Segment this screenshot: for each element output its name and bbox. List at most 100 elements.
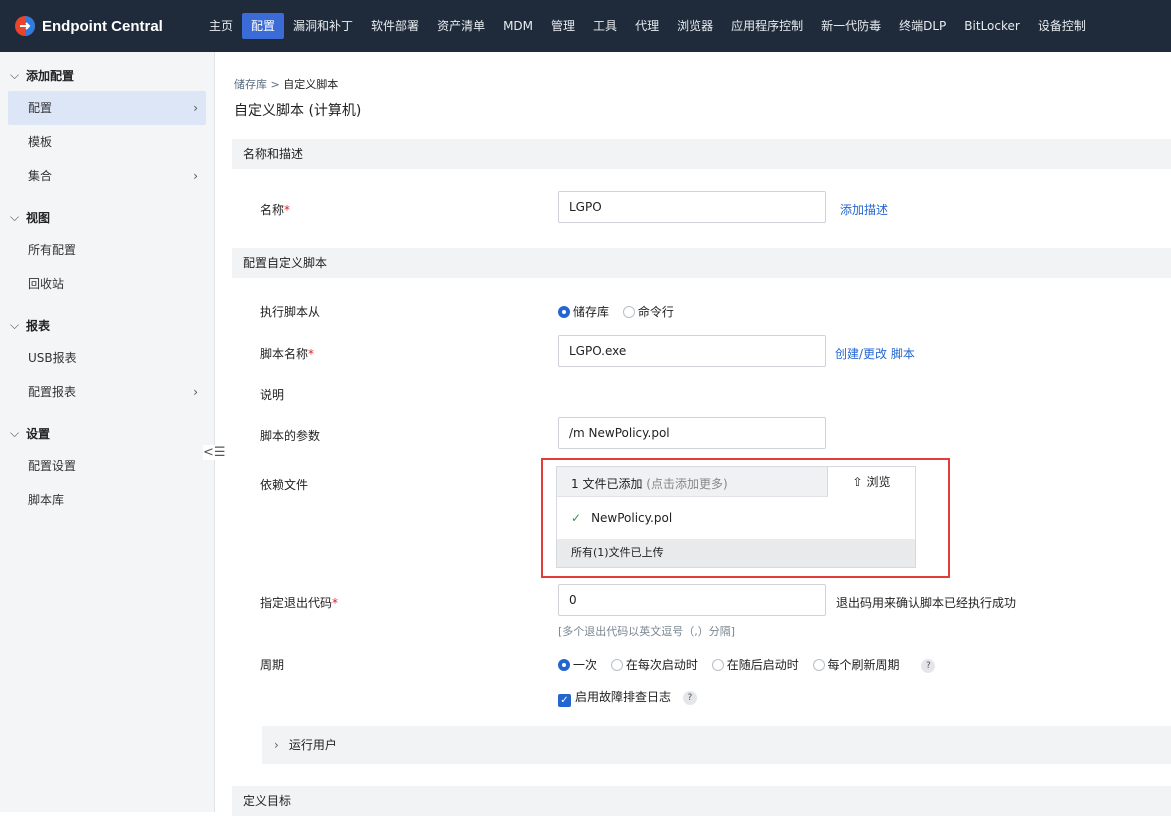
breadcrumb: 储存库 > 自定义脚本 <box>234 76 338 92</box>
nav-tools[interactable]: 工具 <box>584 13 626 39</box>
sidebar-group-settings[interactable]: ⌵ 设置 <box>0 417 214 449</box>
sidebar-item-label: 所有配置 <box>28 243 77 257</box>
debug-log-label: 启用故障排查日志 <box>575 690 672 704</box>
name-label: 名称* <box>260 201 290 218</box>
sidebar-item-usb-report[interactable]: USB报表 <box>0 341 214 375</box>
browse-button[interactable]: ⇧ 浏览 <box>827 467 915 497</box>
radio-unselected-icon <box>812 659 825 671</box>
top-navigation-bar: Endpoint Central 主页 配置 漏洞和补丁 软件部署 资产清单 M… <box>0 0 1171 52</box>
sidebar-item-label: 模板 <box>28 135 53 149</box>
sidebar: ⌵ 添加配置 配置 › 模板 集合 › ⌵ 视图 所有配置 回收站 ⌵ 报表 USB报表 … <box>0 52 215 812</box>
exec-from-label: 执行脚本从 <box>260 305 321 319</box>
app-title: Endpoint Central <box>42 17 163 35</box>
nav-admin[interactable]: 管理 <box>542 13 584 39</box>
script-params-label: 脚本的参数 <box>260 429 321 443</box>
sidebar-item-label: 脚本库 <box>28 493 65 507</box>
create-edit-script-link[interactable]: 创建/更改 脚本 <box>835 345 915 362</box>
exit-code-input[interactable]: 0 <box>558 584 826 616</box>
radio-label: 每个刷新周期 <box>827 658 900 672</box>
chevron-down-icon: ⌵ <box>10 67 20 82</box>
period-once-option[interactable]: 一次 <box>558 658 597 672</box>
help-icon[interactable]: ? <box>682 690 697 705</box>
sidebar-group-add-config[interactable]: ⌵ 添加配置 <box>0 59 214 91</box>
section-name-description: 名称和描述 <box>232 139 1171 169</box>
radio-unselected-icon <box>622 306 635 318</box>
chevron-down-icon: ⌵ <box>10 425 20 440</box>
sidebar-item-all-configs[interactable]: 所有配置 <box>0 233 214 267</box>
nav-next-gen-av[interactable]: 新一代防毒 <box>812 13 890 39</box>
period-every-refresh-option[interactable]: 每个刷新周期 <box>812 658 900 672</box>
period-every-startup-option[interactable]: 在每次启动时 <box>610 658 698 672</box>
app-logo[interactable]: Endpoint Central <box>0 15 200 37</box>
nav-agent[interactable]: 代理 <box>626 13 668 39</box>
exit-code-label-text: 指定退出代码 <box>260 596 333 610</box>
sidebar-item-config[interactable]: 配置 › <box>8 91 206 125</box>
debug-log-checkbox[interactable]: ✓ 启用故障排查日志 <box>558 690 672 707</box>
exit-code-note: 退出码用来确认脚本已经执行成功 <box>836 596 1017 610</box>
add-description-link[interactable]: 添加描述 <box>840 201 888 218</box>
section-config-script: 配置自定义脚本 <box>232 248 1171 278</box>
sidebar-item-recycle-bin[interactable]: 回收站 <box>0 267 214 301</box>
period-label: 周期 <box>260 658 285 672</box>
main-content: 储存库 > 自定义脚本 自定义脚本 (计算机) 名称和描述 名称* LGPO 添… <box>232 52 1171 816</box>
nav-app-control[interactable]: 应用程序控制 <box>722 13 812 39</box>
sidebar-item-label: 集合 <box>28 169 53 183</box>
sidebar-item-config-report[interactable]: 配置报表 › <box>0 375 214 409</box>
help-icon[interactable]: ? <box>921 658 936 673</box>
sidebar-group-label: 视图 <box>26 210 51 225</box>
period-subsequent-startup-option[interactable]: 在随后启动时 <box>711 658 799 672</box>
nav-vuln-patch[interactable]: 漏洞和补丁 <box>284 13 362 39</box>
script-name-input[interactable]: LGPO.exe <box>558 335 826 367</box>
dependency-files-label: 依赖文件 <box>260 478 309 492</box>
run-as-user-expander[interactable]: › 运行用户 <box>262 726 1171 764</box>
sidebar-group-label: 添加配置 <box>26 68 75 83</box>
exec-from-repository-option[interactable]: 储存库 <box>558 305 609 319</box>
nav-endpoint-dlp[interactable]: 终端DLP <box>890 13 955 39</box>
chevron-right-icon: › <box>193 169 198 183</box>
main-nav: 主页 配置 漏洞和补丁 软件部署 资产清单 MDM 管理 工具 代理 浏览器 应… <box>200 0 1095 52</box>
sidebar-item-templates[interactable]: 模板 <box>0 125 214 159</box>
exit-code-label: 指定退出代码* <box>260 594 338 611</box>
checkmark-icon: ✓ <box>571 511 582 525</box>
sidebar-group-label: 报表 <box>26 318 51 333</box>
chevron-right-icon: › <box>274 738 279 752</box>
nav-browser[interactable]: 浏览器 <box>668 13 722 39</box>
browse-label: 浏览 <box>866 475 891 489</box>
sidebar-item-collections[interactable]: 集合 › <box>0 159 214 193</box>
chevron-down-icon: ⌵ <box>10 209 20 224</box>
uploader-header[interactable]: 1 文件已添加 (点击添加更多) ⇧ 浏览 <box>557 467 915 497</box>
uploaded-file-name: NewPolicy.pol <box>591 511 673 525</box>
sidebar-group-reports[interactable]: ⌵ 报表 <box>0 309 214 341</box>
breadcrumb-root[interactable]: 储存库 <box>234 78 267 91</box>
name-input[interactable]: LGPO <box>558 191 826 223</box>
exit-code-hint: [多个退出代码以英文逗号（,）分隔] <box>558 625 736 638</box>
nav-home[interactable]: 主页 <box>200 13 242 39</box>
endpoint-central-logo-icon <box>15 16 35 36</box>
script-name-label: 脚本名称* <box>260 345 314 362</box>
nav-config[interactable]: 配置 <box>242 13 285 39</box>
collapse-sidebar-icon[interactable]: <☰ <box>203 445 226 460</box>
description-label: 说明 <box>260 388 285 402</box>
breadcrumb-separator: > <box>270 78 280 91</box>
nav-software-deploy[interactable]: 软件部署 <box>362 13 428 39</box>
sidebar-item-label: 配置设置 <box>28 459 77 473</box>
period-radio-group: 一次 在每次启动时 在随后启动时 每个刷新周期 ? <box>558 656 936 673</box>
sidebar-item-label: USB报表 <box>28 351 77 365</box>
nav-bitlocker[interactable]: BitLocker <box>955 13 1029 39</box>
sidebar-item-label: 配置报表 <box>28 385 77 399</box>
upload-status: 所有(1)文件已上传 <box>557 539 915 567</box>
sidebar-item-script-library[interactable]: 脚本库 <box>0 483 214 517</box>
nav-mdm[interactable]: MDM <box>494 13 542 39</box>
nav-inventory[interactable]: 资产清单 <box>428 13 494 39</box>
exec-from-commandline-option[interactable]: 命令行 <box>622 305 674 319</box>
required-mark: * <box>332 596 339 610</box>
upload-more-text: (点击添加更多) <box>646 477 728 491</box>
sidebar-group-views[interactable]: ⌵ 视图 <box>0 201 214 233</box>
sidebar-item-label: 配置 <box>28 101 53 115</box>
sidebar-item-config-settings[interactable]: 配置设置 <box>0 449 214 483</box>
script-params-input[interactable]: /m NewPolicy.pol <box>558 417 826 449</box>
upload-icon: ⇧ <box>852 475 863 489</box>
nav-device-control[interactable]: 设备控制 <box>1029 13 1095 39</box>
radio-unselected-icon <box>610 659 623 671</box>
script-name-label-text: 脚本名称 <box>260 347 309 361</box>
